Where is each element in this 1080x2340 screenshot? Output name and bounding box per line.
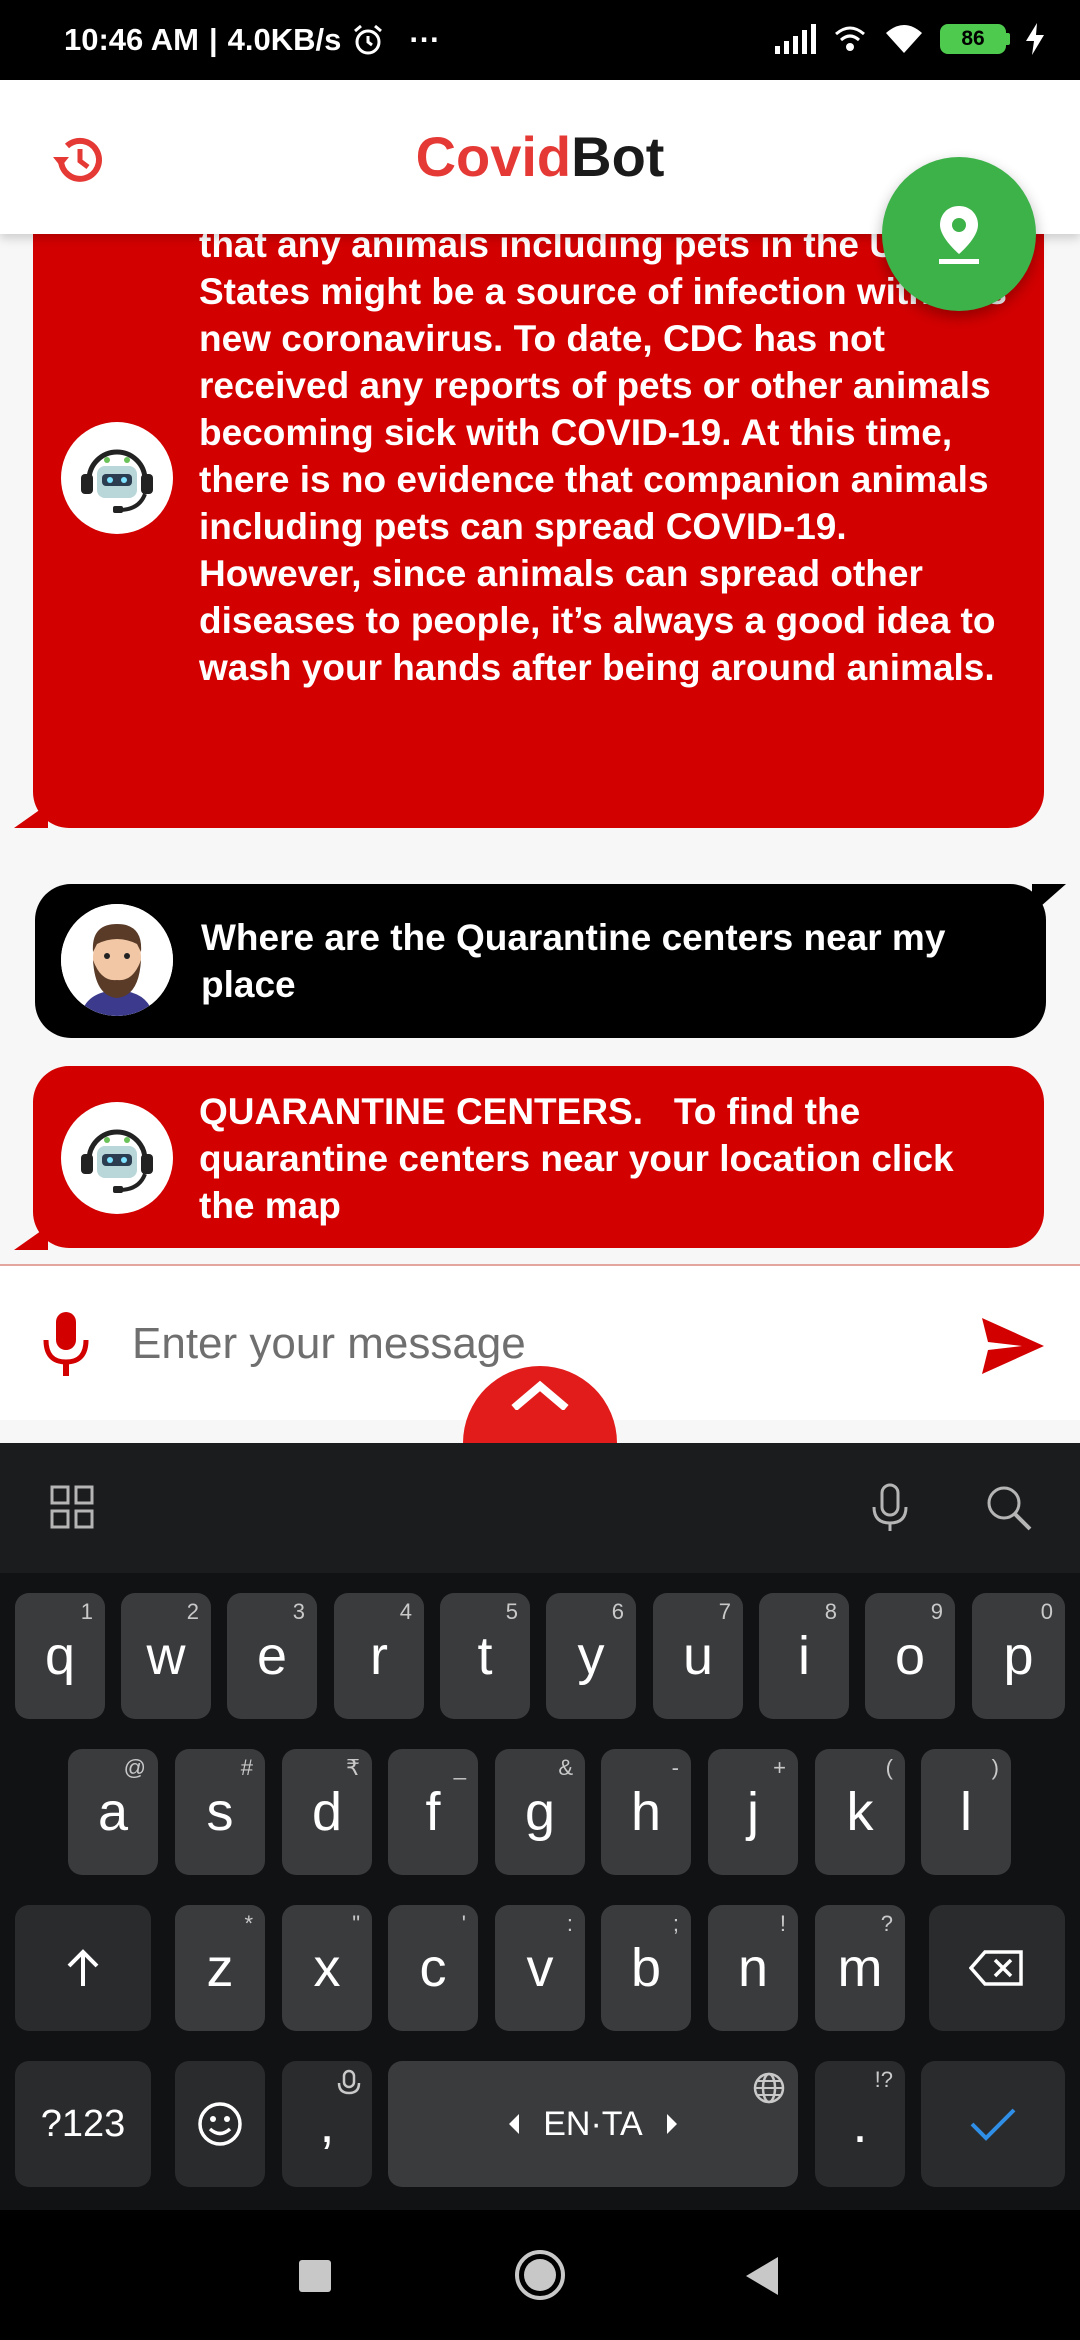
hotspot-icon	[835, 26, 865, 51]
key-f[interactable]: f _	[388, 1749, 478, 1875]
key-h[interactable]: h-	[601, 1749, 691, 1875]
battery-level: 86	[961, 27, 985, 50]
key-i[interactable]: i8	[759, 1593, 849, 1719]
key-s[interactable]: s #	[175, 1749, 265, 1875]
symbols-key[interactable]: ?123	[15, 2061, 151, 2187]
user-face-icon	[61, 904, 173, 1016]
emoji-icon	[198, 2102, 242, 2146]
status-left: 10:46 AM | 4.0KB/s ···	[64, 22, 440, 58]
space-key[interactable]: EN·TA	[388, 2061, 798, 2187]
done-key[interactable]	[921, 2061, 1065, 2187]
key-z[interactable]: z *	[175, 1905, 265, 2031]
apps-grid-icon[interactable]	[44, 1479, 100, 1535]
back-button[interactable]	[742, 2255, 782, 2297]
voice-typing-icon[interactable]	[862, 1479, 918, 1535]
recents-button[interactable]	[297, 2258, 333, 2294]
key-m[interactable]: m?	[815, 1905, 905, 2031]
navigation-bar	[0, 2210, 1080, 2340]
key-d[interactable]: d ₹	[282, 1749, 372, 1875]
key-r[interactable]: r4	[334, 1593, 424, 1719]
battery-icon: 86	[940, 24, 1010, 54]
bot-avatar	[61, 1102, 173, 1214]
user-message: Where are the Quarantine centers near my…	[35, 884, 1046, 1038]
key-a[interactable]: a @	[68, 1749, 158, 1875]
key-t[interactable]: t5	[440, 1593, 530, 1719]
network-speed: 4.0KB/s	[227, 22, 342, 57]
key-c[interactable]: c '	[388, 1905, 478, 2031]
comma-key[interactable]: ,	[282, 2061, 372, 2187]
search-icon[interactable]	[980, 1479, 1036, 1535]
key-k[interactable]: k(	[815, 1749, 905, 1875]
charging-icon	[1026, 23, 1044, 55]
bubble-tail	[1032, 884, 1066, 914]
key-l[interactable]: l)	[921, 1749, 1011, 1875]
backspace-key[interactable]	[929, 1905, 1065, 2031]
microphone-icon	[43, 1312, 89, 1376]
chevron-up-icon	[511, 1380, 569, 1410]
shift-key[interactable]	[15, 1905, 151, 2031]
location-pin-icon	[939, 206, 979, 264]
key-x[interactable]: x "	[282, 1905, 372, 2031]
app-title-bot: Bot	[571, 125, 665, 188]
bot-message: person-to-person. There is no reason to …	[33, 234, 1044, 828]
key-w[interactable]: w2	[121, 1593, 211, 1719]
bot-avatar	[61, 422, 173, 534]
key-u[interactable]: u7	[653, 1593, 743, 1719]
key-g[interactable]: g &	[495, 1749, 585, 1875]
keyboard-toolbar	[0, 1443, 1080, 1573]
bot-message-text: QUARANTINE CENTERS. To find the quaranti…	[199, 1091, 964, 1226]
key-j[interactable]: j +	[708, 1749, 798, 1875]
language-label: EN·TA	[543, 2104, 643, 2143]
status-right: 86	[775, 22, 1044, 56]
chevron-right-icon	[666, 2114, 677, 2134]
send-button[interactable]	[978, 1314, 1048, 1378]
soft-keyboard: q1 w2 e3 r4 t5 y6 u7 i8 o9 p0 a @ s # d ₹ f…	[0, 1443, 1080, 2210]
checkmark-icon	[970, 2108, 1016, 2141]
user-avatar	[61, 904, 173, 1016]
status-bar: 10:46 AM | 4.0KB/s ··· 86	[0, 0, 1080, 80]
home-button[interactable]	[513, 2248, 567, 2302]
key-v[interactable]: v:	[495, 1905, 585, 2031]
key-y[interactable]: y6	[546, 1593, 636, 1719]
key-o[interactable]: o9	[865, 1593, 955, 1719]
shift-arrow-icon	[67, 1949, 99, 1986]
mic-hint-icon	[337, 2069, 361, 2095]
bubble-tail	[14, 804, 48, 828]
voice-input-button[interactable]	[38, 1306, 94, 1382]
signal-icon	[775, 24, 816, 54]
key-q[interactable]: q1	[15, 1593, 105, 1719]
chat-area[interactable]: person-to-person. There is no reason to …	[0, 234, 1080, 1264]
location-map-button[interactable]	[882, 157, 1036, 311]
status-divider: |	[208, 22, 218, 57]
app-title-covid: Covid	[415, 125, 572, 188]
alarm-icon	[354, 24, 383, 55]
key-b[interactable]: b;	[601, 1905, 691, 2031]
bot-message-text: person-to-person. There is no reason to …	[199, 234, 1007, 688]
bubble-tail	[14, 1226, 48, 1250]
robot-icon	[81, 1129, 153, 1193]
emoji-key[interactable]	[175, 2061, 265, 2187]
robot-icon	[81, 449, 153, 513]
key-e[interactable]: e3	[227, 1593, 317, 1719]
more-notifications: ···	[409, 22, 441, 57]
backspace-icon	[969, 1950, 1023, 1986]
wifi-icon	[886, 25, 922, 53]
status-time: 10:46 AM	[64, 22, 199, 57]
key-p[interactable]: p0	[972, 1593, 1065, 1719]
send-icon	[982, 1318, 1044, 1374]
globe-icon	[753, 2072, 785, 2104]
key-n[interactable]: n!	[708, 1905, 798, 2031]
user-message-text: Where are the Quarantine centers near my…	[201, 917, 946, 1005]
bot-message: QUARANTINE CENTERS. To find the quaranti…	[33, 1066, 1044, 1248]
chevron-left-icon	[509, 2114, 520, 2134]
period-key[interactable]: .!?	[815, 2061, 905, 2187]
